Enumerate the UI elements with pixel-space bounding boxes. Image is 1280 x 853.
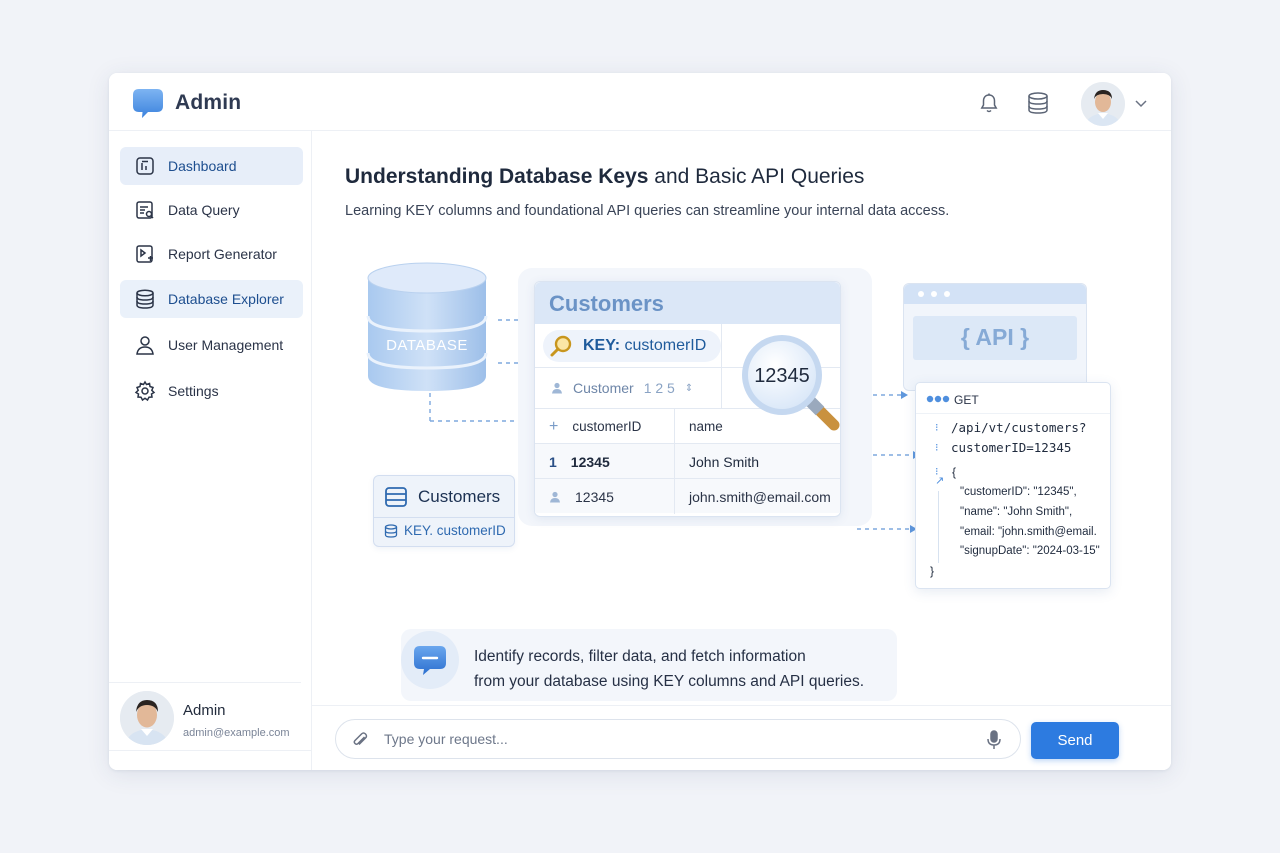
request-bar: Type your request... Send (312, 705, 1171, 770)
sidebar-item-label: User Management (168, 337, 284, 353)
gear-icon (134, 380, 156, 402)
api-code-panel: GET ⁝ /api/vt/customers? ⁝ customerID=12… (915, 382, 1111, 589)
customer-row-digits: 1 2 5 (643, 380, 675, 396)
info-text: Identify records, filter data, and fetch… (474, 644, 864, 694)
table-row: 1 12345 John Smith (535, 443, 840, 479)
api-query: customerID=12345 (951, 440, 1072, 455)
database-icon (136, 289, 154, 309)
json-open-brace: { (952, 465, 957, 479)
send-button[interactable]: Send (1031, 722, 1119, 759)
sidebar-item-settings[interactable]: Settings (120, 372, 303, 410)
customer-row-label: Customer (573, 380, 634, 396)
key-label-rest: customerID (620, 337, 707, 354)
sidebar-item-database-explorer[interactable]: Database Explorer (120, 280, 303, 318)
profile-avatar[interactable] (120, 691, 174, 745)
table-title: Customers (535, 282, 840, 324)
key-magnifier-icon (550, 335, 572, 357)
main-content: Understanding Database Keys and Basic AP… (312, 131, 1171, 705)
report-icon (136, 245, 153, 263)
add-row-marker: + (549, 417, 559, 435)
divider (109, 750, 312, 751)
line-marker-icon: ⁝ (935, 442, 939, 454)
app-window: Admin Dashboard Data Query Report Genera… (109, 73, 1171, 770)
database-label: DATABASE (386, 337, 468, 354)
column-header: name (689, 419, 723, 434)
column-header: customerID (572, 419, 642, 434)
api-window: { API } (903, 283, 1087, 391)
brand[interactable]: Admin (131, 87, 241, 119)
chevron-down-icon[interactable] (1133, 95, 1149, 111)
database-icon (384, 523, 398, 538)
row-marker: 1 (549, 453, 557, 470)
chat-logo-icon (131, 87, 165, 119)
request-placeholder: Type your request... (384, 731, 508, 747)
profile-email: admin@example.com (183, 727, 290, 739)
sidebar-item-report-generator[interactable]: Report Generator (120, 235, 303, 273)
http-method: GET (954, 393, 979, 407)
json-line: "customerID": "12345", (960, 486, 1077, 498)
sidebar-item-label: Settings (168, 383, 219, 399)
bell-icon[interactable] (976, 90, 1002, 116)
sidebar-item-dashboard[interactable]: Dashboard (120, 147, 303, 185)
line-marker-icon: ⁝ (935, 422, 939, 434)
info-line: from your database using KEY columns and… (474, 673, 865, 690)
top-bar: Admin (109, 73, 1171, 131)
sidebar-item-label: Report Generator (168, 246, 277, 262)
chat-bubble-icon (401, 631, 459, 689)
divider (374, 517, 514, 518)
window-dot (918, 291, 924, 297)
customer-row: Customer 1 2 5 ⇕ (535, 368, 721, 408)
user-icon (136, 336, 154, 355)
table-row: 12345 john.smith@email.com (535, 478, 840, 514)
mini-card-key: KEY. customerID (404, 523, 506, 538)
api-path: /api/vt/customers? (951, 420, 1087, 435)
sidebar-item-data-query[interactable]: Data Query (120, 191, 303, 229)
user-avatar[interactable] (1081, 82, 1125, 126)
microphone-icon[interactable] (984, 729, 1004, 756)
key-label-bold: KEY: (583, 337, 621, 354)
customers-mini-card: Customers KEY. customerID (373, 475, 515, 547)
sidebar-item-label: Database Explorer (168, 291, 284, 307)
json-line: "name": "John Smith", (960, 506, 1073, 518)
sidebar-item-user-management[interactable]: User Management (120, 326, 303, 364)
sidebar-item-label: Data Query (168, 202, 240, 218)
api-label: { API } (913, 316, 1077, 360)
app-title: Admin (175, 91, 242, 114)
row-id: 12345 (575, 488, 614, 505)
row-value: John Smith (689, 453, 760, 470)
divider (109, 682, 301, 683)
json-line: "email: "john.smith@email. (960, 526, 1097, 538)
divider (721, 324, 722, 408)
window-bar (904, 284, 1086, 304)
data-query-icon (136, 201, 154, 219)
person-icon (552, 382, 562, 394)
key-pill: KEY: customerID (543, 330, 721, 362)
database-cylinder-icon (366, 262, 488, 391)
sidebar: Dashboard Data Query Report Generator Da… (109, 131, 312, 770)
paperclip-icon[interactable] (350, 730, 370, 755)
info-line: Identify records, filter data, and fetch… (474, 648, 806, 665)
sidebar-item-label: Dashboard (168, 158, 237, 174)
dots-icon (926, 395, 950, 403)
json-line: "signupDate": "2024-03-15" (960, 545, 1100, 557)
json-close-brace: } (930, 564, 935, 578)
table-icon (385, 487, 407, 507)
row-id: 12345 (570, 453, 610, 470)
profile-name: Admin (183, 702, 226, 719)
guide-line (938, 491, 939, 563)
magnified-value: 12345 (754, 365, 810, 387)
sort-icon: ⇕ (684, 382, 694, 394)
mini-card-title: Customers (418, 487, 501, 506)
line-marker-icon: ↗ (935, 475, 945, 487)
divider (916, 413, 1110, 414)
window-dot (944, 291, 950, 297)
window-dot (931, 291, 937, 297)
database-icon[interactable] (1025, 90, 1051, 116)
request-input[interactable]: Type your request... (335, 719, 1021, 759)
person-icon (550, 491, 560, 502)
dashboard-icon (136, 157, 154, 175)
row-value: john.smith@email.com (689, 488, 831, 505)
